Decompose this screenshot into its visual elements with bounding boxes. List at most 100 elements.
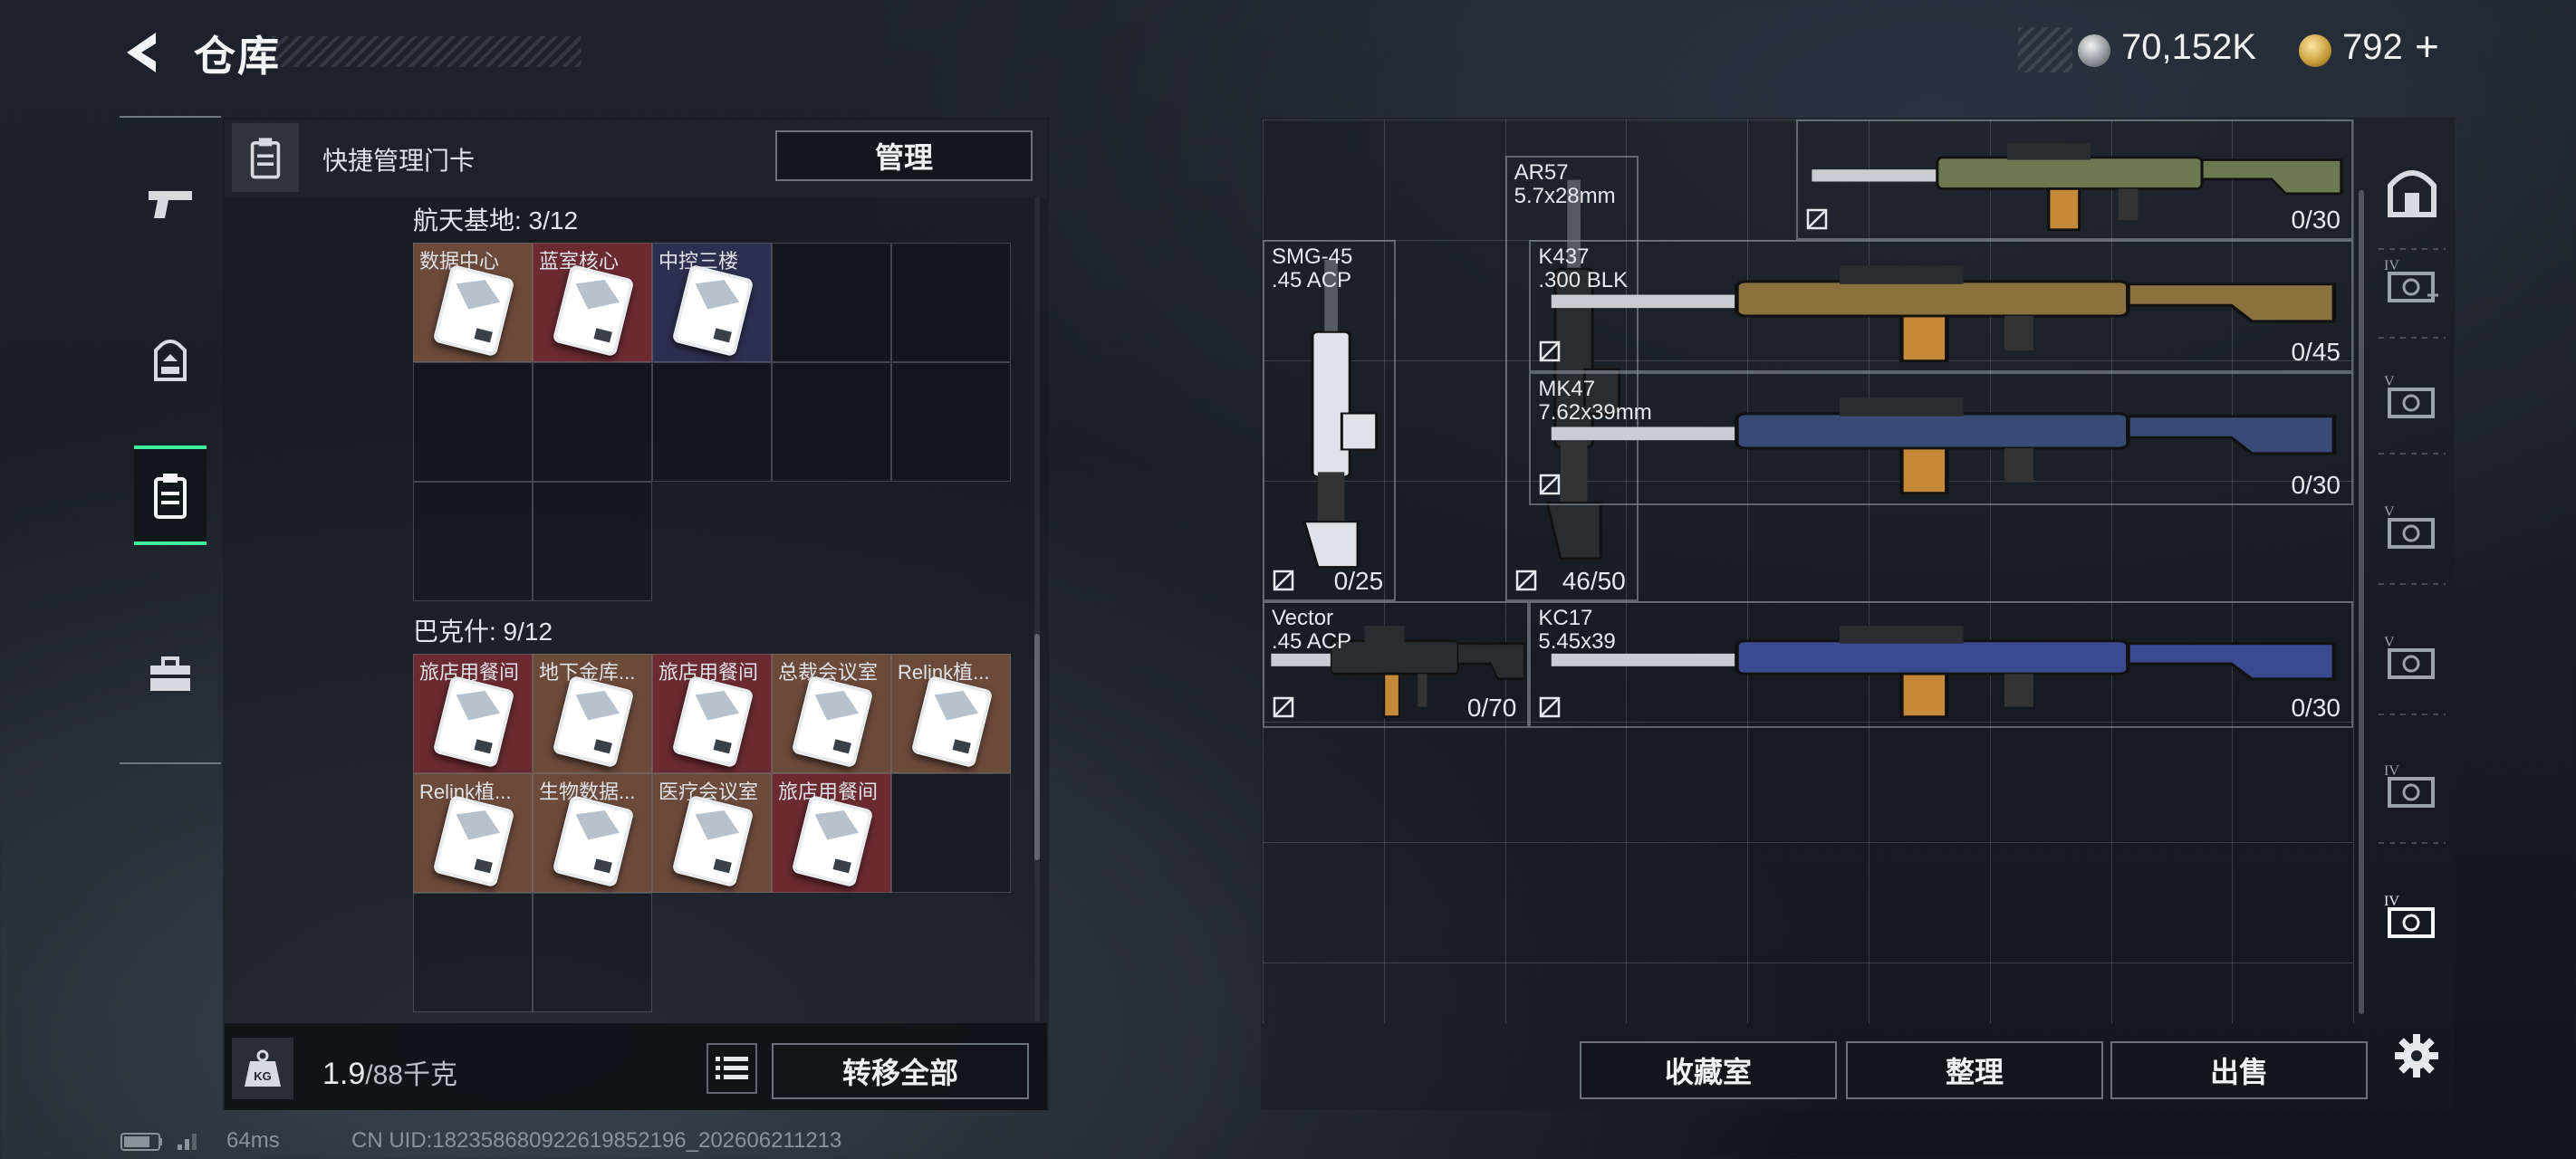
ping-readout: 64ms xyxy=(226,1128,280,1153)
section-title-bakhsh: 巴克什: 9/12 xyxy=(413,618,553,646)
weapon-caliber: 5.45x39 xyxy=(1538,629,1616,654)
organize-button[interactable]: 整理 xyxy=(1846,1041,2103,1099)
vault-icon xyxy=(2385,166,2439,225)
weapon-scrollbar-thumb[interactable] xyxy=(2359,190,2364,1014)
page-title: 仓库 xyxy=(194,33,281,80)
keycard-icon xyxy=(552,795,634,888)
weapon-image xyxy=(1531,374,2351,503)
weapon-item-k437[interactable]: K437.300 BLK 0/45 xyxy=(1529,240,2353,373)
storage-case-button-3[interactable]: V xyxy=(2371,359,2453,440)
no-attachment-icon xyxy=(1272,569,1295,592)
left-category-nav xyxy=(120,116,221,764)
weapon-item-rifle[interactable]: 0/30 xyxy=(1795,120,2353,240)
ammo-count: 0/30 xyxy=(2291,206,2341,234)
empty-slot[interactable] xyxy=(772,362,891,482)
svg-text:V: V xyxy=(2384,374,2395,389)
storage-case-button-4[interactable]: V xyxy=(2371,489,2453,570)
no-attachment-icon xyxy=(1272,695,1295,719)
weapon-model: Vector xyxy=(1272,606,1334,630)
storage-case-button-1[interactable] xyxy=(2371,154,2453,235)
nav-item-keycards[interactable] xyxy=(134,445,207,545)
keycard-slot[interactable]: Relink植... xyxy=(413,773,533,893)
weapon-name: KC17 5.45x39 xyxy=(1538,607,1615,654)
weapon-caliber: 7.62x39mm xyxy=(1538,400,1652,426)
keycard-icon xyxy=(552,264,634,358)
transfer-all-button[interactable]: 转移全部 xyxy=(772,1043,1029,1099)
current-weight: 1.9 xyxy=(322,1057,366,1091)
weapon-item-vector[interactable]: Vector .45 ACP 0/70 xyxy=(1263,601,1530,728)
weapon-image xyxy=(1264,242,1394,599)
keycard-slot[interactable]: 总裁会议室 xyxy=(772,654,891,773)
keycard-icon xyxy=(671,795,754,888)
empty-slot[interactable] xyxy=(533,893,652,1012)
empty-slot[interactable] xyxy=(891,773,1011,893)
empty-slot[interactable] xyxy=(413,482,533,601)
empty-slot[interactable] xyxy=(891,362,1011,482)
keycard-slot[interactable]: 医疗会议室 xyxy=(652,773,772,893)
empty-slot[interactable] xyxy=(891,243,1011,362)
keycard-slot[interactable]: 地下金库... xyxy=(533,654,652,773)
keycard-slot[interactable]: 中控三楼 xyxy=(652,243,772,362)
nav-item-equipment[interactable] xyxy=(134,311,207,411)
gear-icon xyxy=(2395,1034,2438,1078)
weapon-caliber: .45 ACP xyxy=(1272,268,1352,292)
manage-button[interactable]: 管理 xyxy=(775,130,1033,181)
add-currency-button[interactable]: + xyxy=(2415,22,2439,71)
battery-icon xyxy=(120,1133,197,1151)
empty-slot[interactable] xyxy=(652,362,772,482)
back-button[interactable] xyxy=(116,25,170,80)
weapon-item-mk47[interactable]: MK47 7.62x39mm 0/30 xyxy=(1529,372,2353,505)
side-divider xyxy=(2379,714,2446,715)
storage-case-button-7[interactable]: IV xyxy=(2371,878,2453,960)
sell-button[interactable]: 出售 xyxy=(2110,1041,2368,1099)
storage-case-button-2[interactable]: IV xyxy=(2371,243,2453,324)
weapon-model: SMG-45 xyxy=(1272,244,1353,269)
svg-text:V: V xyxy=(2384,635,2395,650)
weapon-item-smg-45[interactable]: SMG-45.45 ACP 0/25 xyxy=(1263,240,1397,601)
keycard-slot[interactable]: 旅店用餐间 xyxy=(652,654,772,773)
pistol-icon xyxy=(149,191,192,218)
empty-slot[interactable] xyxy=(772,243,891,362)
keycard-icon xyxy=(432,264,514,358)
keycard-slot[interactable]: 生物数据... xyxy=(533,773,652,893)
storage-case-button-6[interactable]: IV xyxy=(2371,748,2453,829)
ammo-count: 0/70 xyxy=(1466,693,1517,722)
list-icon xyxy=(716,1057,748,1079)
keycard-icon xyxy=(671,675,754,769)
weapon-caliber: .300 BLK xyxy=(1538,268,1629,292)
silver-currency-amount: 70,152K xyxy=(2121,27,2257,67)
case-v-icon-1: V xyxy=(2382,369,2442,430)
weapon-item-kc17[interactable]: KC17 5.45x39 0/30 xyxy=(1529,601,2353,728)
case-iv-selected-icon: IV xyxy=(2382,889,2442,950)
keycard-slot[interactable]: Relink植... xyxy=(891,654,1011,773)
keycard-icon xyxy=(671,264,754,358)
nav-item-weapons[interactable] xyxy=(134,154,207,254)
ammo-count: 46/50 xyxy=(1562,566,1626,595)
keycard-slot[interactable]: 数据中心 xyxy=(413,243,533,362)
gold-coin-icon xyxy=(2299,34,2331,67)
empty-slot[interactable] xyxy=(413,893,533,1012)
back-arrow-icon xyxy=(127,33,156,72)
keycard-scrollbar-thumb[interactable] xyxy=(1034,634,1040,860)
toolbox-icon xyxy=(150,656,190,691)
weapon-name: K437.300 BLK xyxy=(1538,245,1628,292)
collection-room-button[interactable]: 收藏室 xyxy=(1580,1041,1837,1099)
keycard-icon xyxy=(791,675,873,769)
keycard-icon xyxy=(154,474,187,519)
nav-item-supplies[interactable] xyxy=(134,625,207,724)
ammo-count: 0/25 xyxy=(1333,567,1384,595)
ammo-count: 0/45 xyxy=(2291,338,2341,367)
settings-button[interactable] xyxy=(2380,1020,2453,1092)
empty-slot[interactable] xyxy=(533,362,652,482)
storage-case-button-5[interactable]: V xyxy=(2371,619,2453,701)
keycard-slot[interactable]: 旅店用餐间 xyxy=(772,773,891,893)
case-iv-icon: IV xyxy=(2382,759,2442,819)
keycard-slot[interactable]: 蓝室核心 xyxy=(533,243,652,362)
ammo-count: 0/30 xyxy=(2291,693,2341,722)
keycard-slot[interactable]: 旅店用餐间 xyxy=(413,654,533,773)
list-view-button[interactable] xyxy=(706,1043,757,1094)
empty-slot[interactable] xyxy=(413,362,533,482)
empty-slot[interactable] xyxy=(533,482,652,601)
weapon-model: AR57 xyxy=(1514,159,1569,185)
keycard-scrollbar-track[interactable] xyxy=(1034,197,1040,1021)
